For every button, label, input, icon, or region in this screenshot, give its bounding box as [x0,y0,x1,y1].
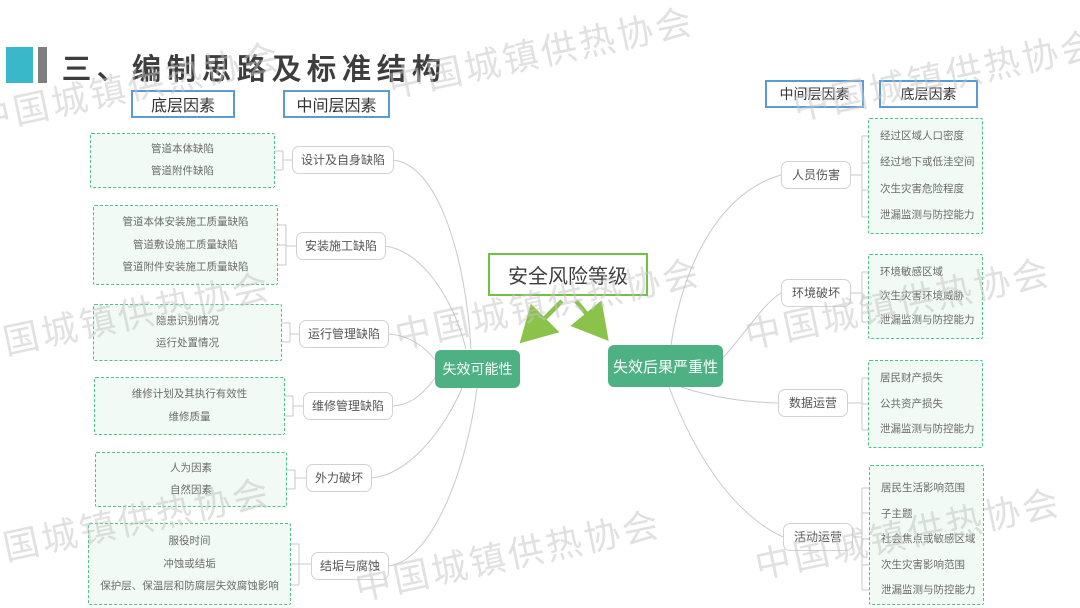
factor-box-activity[interactable]: 居民生活影响范围 子主题 社会焦点或敏感区域 次生灾害影响范围 泄漏监测与防控能… [869,465,984,605]
slide: 三、编制思路及标准结构 底层因素 中间层因素 中间层因素 底层因素 管道本体缺陷… [0,0,1080,608]
factor-box-personnel[interactable]: 经过区域人口密度 经过地下或低洼空间 次生灾害危险程度 泄漏监测与防控能力 [868,118,983,234]
factor-item[interactable]: 泄漏监测与防控能力 [869,210,982,221]
factor-item[interactable]: 服役时间 [89,536,290,547]
factor-item[interactable]: 居民生活影响范围 [870,483,983,494]
node-installation-defect[interactable]: 安装施工缺陷 [296,232,386,260]
node-activity-operation[interactable]: 活动运营 [783,523,853,551]
factor-item[interactable]: 管道附件安装施工质量缺陷 [94,262,277,273]
factor-box-design[interactable]: 管道本体缺陷 管道附件缺陷 [90,133,275,188]
factor-box-economy[interactable]: 居民财产损失 公共资产损失 泄漏监测与防控能力 [868,360,983,448]
factor-item[interactable]: 泄漏监测与防控能力 [869,424,982,435]
factor-box-external-force[interactable]: 人为因素 自然因素 [95,452,287,507]
node-environment-damage[interactable]: 环境破坏 [781,279,851,307]
factor-box-maintenance[interactable]: 维修计划及其执行有效性 维修质量 [94,377,285,435]
factor-item[interactable]: 经过地下或低洼空间 [869,157,982,168]
root-node[interactable]: 安全风险等级 [488,253,648,296]
factor-item[interactable]: 保护层、保温层和防腐层失效腐蚀影响 [89,581,290,592]
factor-item[interactable]: 泄漏监测与防控能力 [870,585,983,596]
factor-item[interactable]: 自然因素 [96,485,286,496]
factor-box-installation[interactable]: 管道本体安装施工质量缺陷 管道敷设施工质量缺陷 管道附件安装施工质量缺陷 [93,205,278,285]
factor-item[interactable]: 人为因素 [96,463,286,474]
arrow-to-consequence [576,301,603,334]
factor-item[interactable]: 运行处置情况 [94,338,281,349]
factor-item[interactable]: 次生灾害影响范围 [870,560,983,571]
factor-item[interactable]: 次生灾害危险程度 [869,184,982,195]
factor-item[interactable]: 管道本体安装施工质量缺陷 [94,217,277,228]
factor-box-corrosion[interactable]: 服役时间 冲蚀或结垢 保护层、保温层和防腐层失效腐蚀影响 [88,523,291,605]
factor-item[interactable]: 社会焦点或敏感区域 [870,534,983,545]
node-maintenance-defect[interactable]: 维修管理缺陷 [303,392,393,420]
factor-item[interactable]: 环境敏感区域 [869,267,982,278]
header-bottom-factors-left: 底层因素 [131,90,235,118]
header-middle-factors-left: 中间层因素 [283,90,390,118]
factor-item[interactable]: 经过区域人口密度 [869,131,982,142]
factor-item[interactable]: 管道附件缺陷 [91,166,274,177]
node-design-defect[interactable]: 设计及自身缺陷 [292,146,394,174]
node-operation-defect[interactable]: 运行管理缺陷 [299,320,389,348]
factor-item[interactable]: 维修质量 [95,412,284,423]
arrow-to-possibility [526,301,562,337]
factor-item[interactable]: 冲蚀或结垢 [89,559,290,570]
factor-item[interactable]: 泄漏监测与防控能力 [869,315,982,326]
page-title: 三、编制思路及标准结构 [62,46,447,88]
branch-failure-consequence[interactable]: 失效后果严重性 [608,345,723,387]
factor-item[interactable]: 公共资产损失 [869,399,982,410]
factor-box-operation[interactable]: 隐患识别情况 运行处置情况 [93,304,282,361]
header-middle-factors-right: 中间层因素 [765,80,864,108]
factor-item[interactable]: 管道敷设施工质量缺陷 [94,240,277,251]
factor-item[interactable]: 隐患识别情况 [94,316,281,327]
node-personnel-injury[interactable]: 人员伤害 [781,161,851,189]
factor-item[interactable]: 次生灾害环境威胁 [869,291,982,302]
header-bottom-factors-right: 底层因素 [879,80,978,108]
factor-item[interactable]: 维修计划及其执行有效性 [95,389,284,400]
node-data-operation[interactable]: 数据运营 [778,389,848,417]
factor-box-environment[interactable]: 环境敏感区域 次生灾害环境威胁 泄漏监测与防控能力 [868,254,983,339]
node-scaling-corrosion[interactable]: 结垢与腐蚀 [311,552,389,580]
node-external-damage[interactable]: 外力破坏 [306,464,372,492]
factor-item[interactable]: 管道本体缺陷 [91,144,274,155]
factor-item[interactable]: 子主题 [870,509,983,520]
factor-item[interactable]: 居民财产损失 [869,373,982,384]
branch-failure-possibility[interactable]: 失效可能性 [435,350,520,388]
